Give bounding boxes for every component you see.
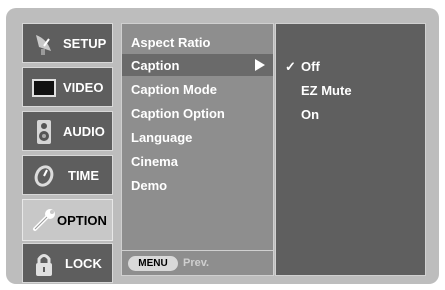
option-ez-mute[interactable]: EZ Mute [276, 80, 425, 100]
submenu-arrow-icon [255, 59, 265, 71]
category-label: AUDIO [63, 124, 105, 139]
category-label: SETUP [63, 36, 107, 51]
menu-item-label: Caption Mode [131, 82, 217, 97]
option-label: EZ Mute [301, 83, 352, 98]
category-option[interactable]: OPTION [22, 199, 113, 241]
option-label: On [301, 107, 320, 122]
menu-item-aspect-ratio[interactable]: Aspect Ratio [122, 31, 273, 53]
menu-item-label: Caption Option [131, 106, 225, 121]
tv-screen-icon [32, 79, 56, 97]
category-label: LOCK [65, 256, 102, 271]
prev-hint: Prev. [183, 257, 210, 269]
menu-item-label: Language [131, 130, 193, 145]
menu-item-label: Cinema [131, 154, 178, 169]
checkmark-icon: ✓ [285, 59, 296, 74]
menu-item-caption-option[interactable]: Caption Option [122, 102, 273, 124]
option-on[interactable]: On [276, 104, 425, 124]
menu-item-label: Aspect Ratio [131, 35, 211, 50]
category-lock[interactable]: LOCK [22, 243, 113, 283]
category-audio[interactable]: AUDIO [22, 111, 113, 151]
menu-item-label: Caption [131, 58, 180, 73]
menu-item-demo[interactable]: Demo [122, 174, 273, 196]
option-off[interactable]: ✓ Off [276, 56, 425, 76]
option-label: Off [301, 59, 320, 74]
menu-footer-divider [122, 250, 273, 251]
menu-item-cinema[interactable]: Cinema [122, 150, 273, 172]
menu-item-caption-mode[interactable]: Caption Mode [122, 78, 273, 100]
satellite-dish-icon [36, 35, 51, 55]
category-time[interactable]: TIME [22, 155, 113, 195]
category-label: OPTION [57, 213, 107, 228]
category-setup[interactable]: SETUP [22, 23, 113, 63]
category-label: VIDEO [63, 80, 104, 95]
menu-button[interactable]: MENU [128, 256, 178, 271]
caption-options-panel: ✓ Off EZ Mute On [275, 23, 426, 276]
option-menu-panel: Aspect Ratio Caption Caption Mode Captio… [121, 23, 274, 276]
speaker-icon [37, 120, 51, 144]
category-label: TIME [68, 168, 100, 183]
menu-item-caption[interactable]: Caption [122, 54, 273, 76]
clock-icon [34, 165, 54, 187]
menu-item-label: Demo [131, 178, 168, 193]
wrench-icon [33, 209, 55, 231]
menu-item-language[interactable]: Language [122, 126, 273, 148]
padlock-icon [36, 254, 52, 276]
category-video[interactable]: VIDEO [22, 67, 113, 107]
